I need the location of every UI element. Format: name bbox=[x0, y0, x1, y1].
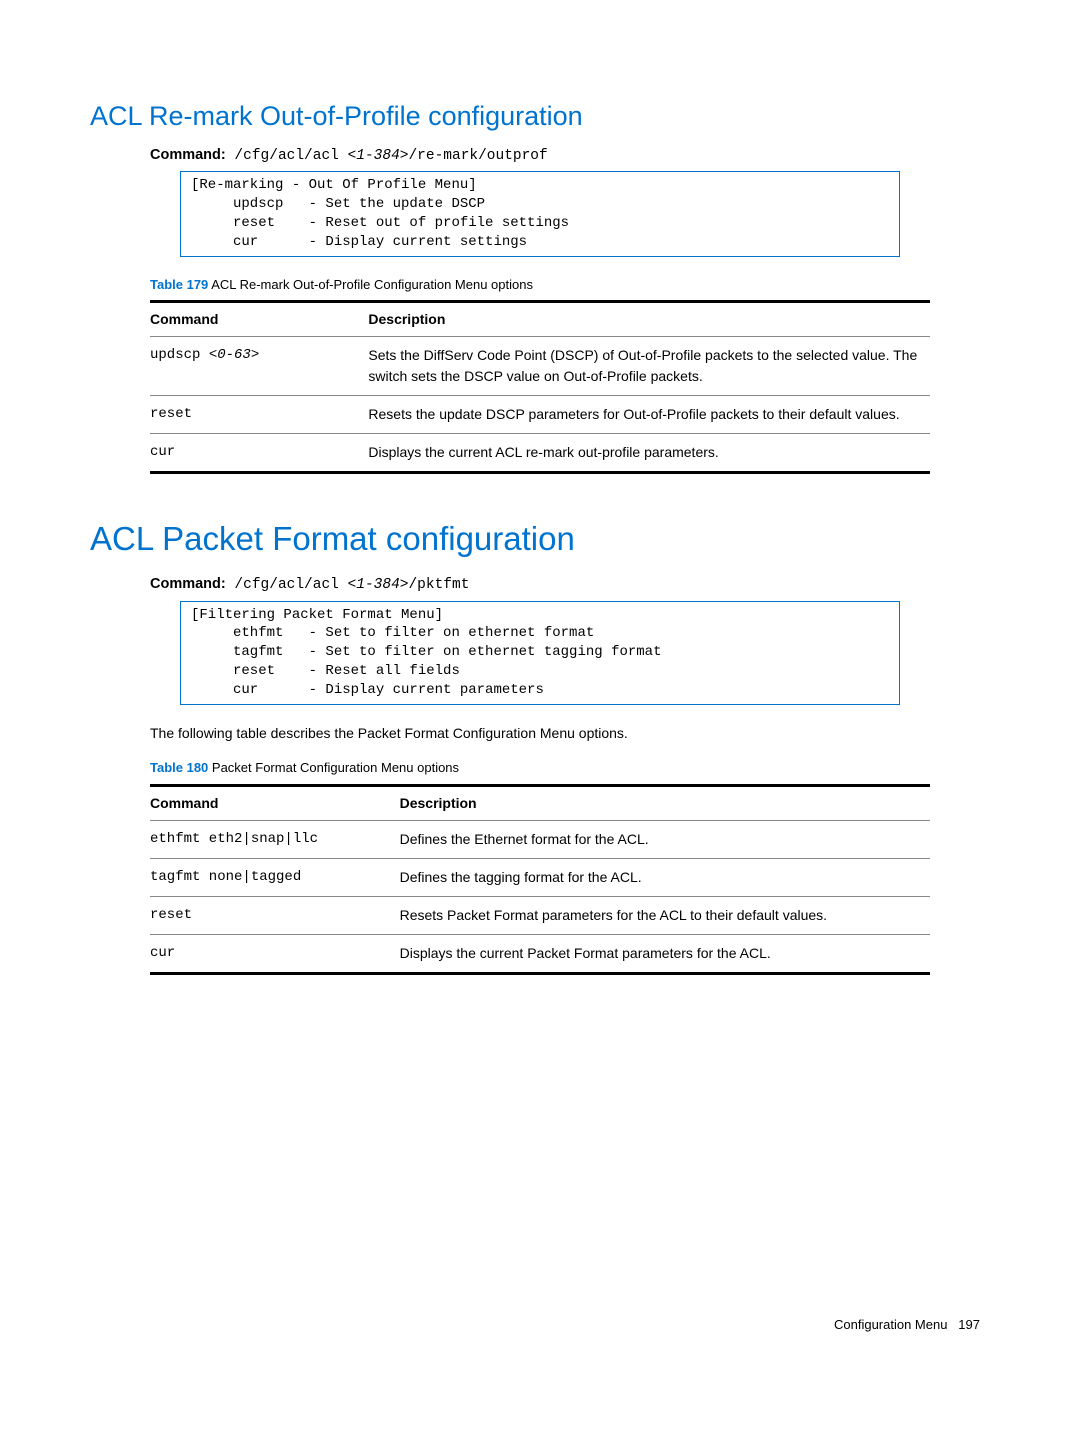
cmd-text: reset bbox=[150, 896, 400, 934]
table-row: reset Resets Packet Format parameters fo… bbox=[150, 896, 930, 934]
table-row: cur Displays the current ACL re-mark out… bbox=[150, 434, 930, 473]
cmd-desc: Resets Packet Format parameters for the … bbox=[400, 896, 930, 934]
table-row: tagfmt none|tagged Defines the tagging f… bbox=[150, 858, 930, 896]
cmd-text: reset bbox=[150, 406, 192, 422]
table-row: cur Displays the current Packet Format p… bbox=[150, 934, 930, 973]
cmd-text: cur bbox=[150, 934, 400, 973]
cmd-desc: Sets the DiffServ Code Point (DSCP) of O… bbox=[368, 337, 930, 396]
table-row: updscp <0-63> Sets the DiffServ Code Poi… bbox=[150, 337, 930, 396]
code-block-remark: [Re-marking - Out Of Profile Menu] updsc… bbox=[180, 171, 900, 257]
command-path-suffix: /pktfmt bbox=[408, 577, 469, 593]
command-path-suffix: /re-mark/outprof bbox=[408, 148, 547, 164]
page-footer: Configuration Menu 197 bbox=[90, 1315, 990, 1335]
command-label: Command: bbox=[150, 576, 226, 592]
command-label: Command: bbox=[150, 147, 226, 163]
cmd-arg: <0-63> bbox=[209, 347, 259, 363]
table-label: Table 180 bbox=[150, 760, 208, 775]
cmd-text: updscp bbox=[150, 347, 209, 363]
th-command: Command bbox=[150, 785, 400, 820]
options-table-pktfmt: Command Description ethfmt eth2|snap|llc… bbox=[150, 784, 930, 975]
section-heading-remark: ACL Re-mark Out-of-Profile configuration bbox=[90, 96, 990, 137]
table-caption-text: Packet Format Configuration Menu options bbox=[208, 760, 459, 775]
table-caption-remark: Table 179 ACL Re-mark Out-of-Profile Con… bbox=[150, 275, 990, 295]
command-path-arg: <1-384> bbox=[348, 148, 409, 164]
table-row: reset Resets the update DSCP parameters … bbox=[150, 396, 930, 434]
options-table-remark: Command Description updscp <0-63> Sets t… bbox=[150, 300, 930, 474]
footer-page: 197 bbox=[958, 1317, 980, 1332]
command-path-arg: <1-384> bbox=[348, 577, 409, 593]
cmd-desc: Displays the current ACL re-mark out-pro… bbox=[368, 434, 930, 473]
intro-text-pktfmt: The following table describes the Packet… bbox=[150, 723, 930, 744]
cmd-desc: Displays the current Packet Format param… bbox=[400, 934, 930, 973]
th-description: Description bbox=[400, 785, 930, 820]
command-path-prefix: /cfg/acl/acl bbox=[226, 148, 348, 164]
cmd-desc: Defines the tagging format for the ACL. bbox=[400, 858, 930, 896]
th-command: Command bbox=[150, 302, 368, 337]
section-heading-pktfmt: ACL Packet Format configuration bbox=[90, 514, 990, 564]
cmd-desc: Resets the update DSCP parameters for Ou… bbox=[368, 396, 930, 434]
command-line-pktfmt: Command: /cfg/acl/acl <1-384>/pktfmt bbox=[150, 574, 990, 597]
command-path-prefix: /cfg/acl/acl bbox=[226, 577, 348, 593]
table-caption-text: ACL Re-mark Out-of-Profile Configuration… bbox=[208, 277, 533, 292]
cmd-desc: Defines the Ethernet format for the ACL. bbox=[400, 820, 930, 858]
cmd-text: tagfmt none|tagged bbox=[150, 858, 400, 896]
command-line-remark: Command: /cfg/acl/acl <1-384>/re-mark/ou… bbox=[150, 145, 990, 168]
th-description: Description bbox=[368, 302, 930, 337]
table-row: ethfmt eth2|snap|llc Defines the Etherne… bbox=[150, 820, 930, 858]
table-caption-pktfmt: Table 180 Packet Format Configuration Me… bbox=[150, 758, 990, 778]
table-label: Table 179 bbox=[150, 277, 208, 292]
code-block-pktfmt: [Filtering Packet Format Menu] ethfmt - … bbox=[180, 601, 900, 705]
footer-label: Configuration Menu bbox=[834, 1317, 947, 1332]
cmd-text: ethfmt eth2|snap|llc bbox=[150, 820, 400, 858]
cmd-text: cur bbox=[150, 444, 175, 460]
